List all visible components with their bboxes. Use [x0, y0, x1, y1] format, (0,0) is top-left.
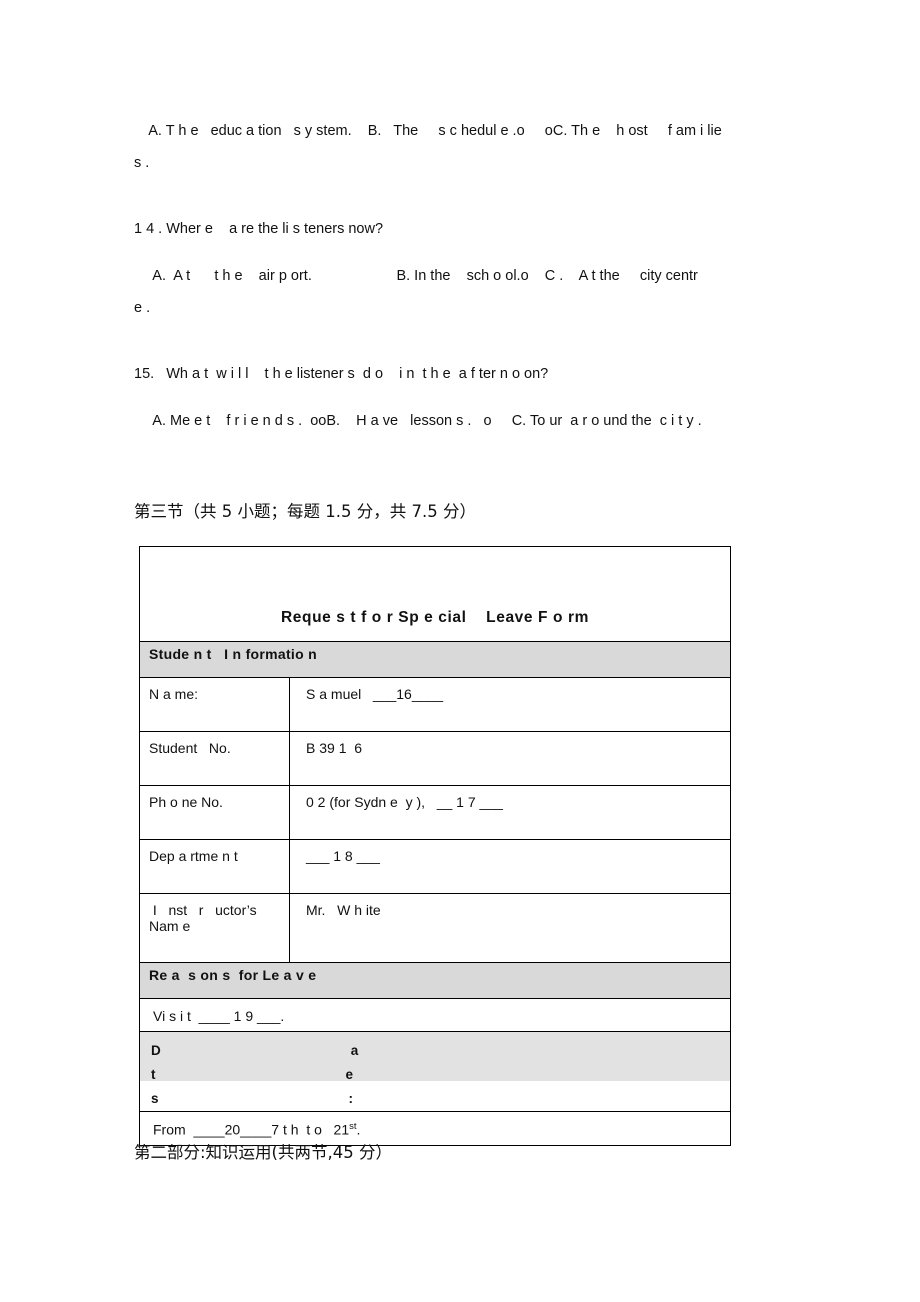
name-label: N a me:	[139, 677, 290, 732]
form-title: Reque s t f o r Sp e cial Leave F o rm	[281, 609, 589, 626]
q13-options-continuation: s .	[134, 155, 150, 171]
table-row: Ph o ne No. 0 2 (for Sydn e y ), __ 1 7 …	[139, 785, 731, 840]
dates-value-prefix: From ____20____7 t h t o 21	[153, 1121, 350, 1138]
table-row: I nst r uctor’s Nam e Mr. W h ite	[139, 893, 731, 963]
table-row: Vi s i t ____ 1 9 ___.	[139, 998, 731, 1032]
student-no-label: Student No.	[139, 731, 290, 786]
special-leave-form-table: Reque s t f o r Sp e cial Leave F o rm S…	[139, 546, 731, 1146]
section-three-heading: 第三节（共 5 小题；每题 1.5 分，共 7.5 分）	[134, 502, 476, 521]
table-row: Student No. B 39 1 6	[139, 731, 731, 786]
question-14-options: A. A t t h e air p ort. B. In the sch o …	[141, 268, 698, 284]
question-15-stem: 15. Wh a t w i l l t h e listener s d o …	[134, 366, 549, 382]
instructor-name-label: I nst r uctor’s Nam e	[139, 893, 290, 963]
form-title-cell: Reque s t f o r Sp e cial Leave F o rm	[139, 546, 731, 642]
question-14-stem: 1 4 . Wher e a re the li s teners now?	[134, 221, 384, 237]
question-15-options: A. Me e t f r i e n d s . ᴏᴏB. H a ve le…	[141, 413, 702, 429]
document-page: A. T h e educ a tion s y stem. B. The s …	[0, 0, 920, 1302]
phone-no-label: Ph o ne No.	[139, 785, 290, 840]
department-value: ___ 1 8 ___	[289, 839, 731, 894]
dates-row: Dates:	[139, 1031, 731, 1112]
dates-value-suffix: .	[356, 1121, 361, 1138]
instructor-name-value: Mr. W h ite	[289, 893, 731, 963]
phone-no-value: 0 2 (for Sydn e y ), __ 1 7 ___	[289, 785, 731, 840]
student-information-header-row: Stude n t I n formatio n	[139, 641, 731, 678]
part-two-heading: 第二部分:知识运用(共两节,45 分）	[134, 1143, 392, 1162]
table-row: Dep a rtme n t ___ 1 8 ___	[139, 839, 731, 894]
name-value: S a muel ___16____	[289, 677, 731, 732]
reasons-for-leave-header-row: Re a s on s for Le a v e	[139, 962, 731, 999]
reasons-for-leave-header: Re a s on s for Le a v e	[139, 962, 731, 999]
dates-label: Dates:	[151, 1043, 549, 1106]
table-row: N a me: S a muel ___16____	[139, 677, 731, 732]
q13-options: A. T h e educ a tion s y stem. B. The s …	[141, 123, 722, 139]
dates-label-cell: Dates:	[139, 1031, 731, 1112]
student-information-header: Stude n t I n formatio n	[139, 641, 731, 678]
student-no-value: B 39 1 6	[289, 731, 731, 786]
dates-value-ordinal-suffix: st	[349, 1121, 357, 1132]
department-label: Dep a rtme n t	[139, 839, 290, 894]
form-title-row: Reque s t f o r Sp e cial Leave F o rm	[139, 546, 731, 642]
reason-visit-value: Vi s i t ____ 1 9 ___.	[139, 998, 731, 1032]
question-14-options-continuation: e .	[134, 300, 151, 316]
